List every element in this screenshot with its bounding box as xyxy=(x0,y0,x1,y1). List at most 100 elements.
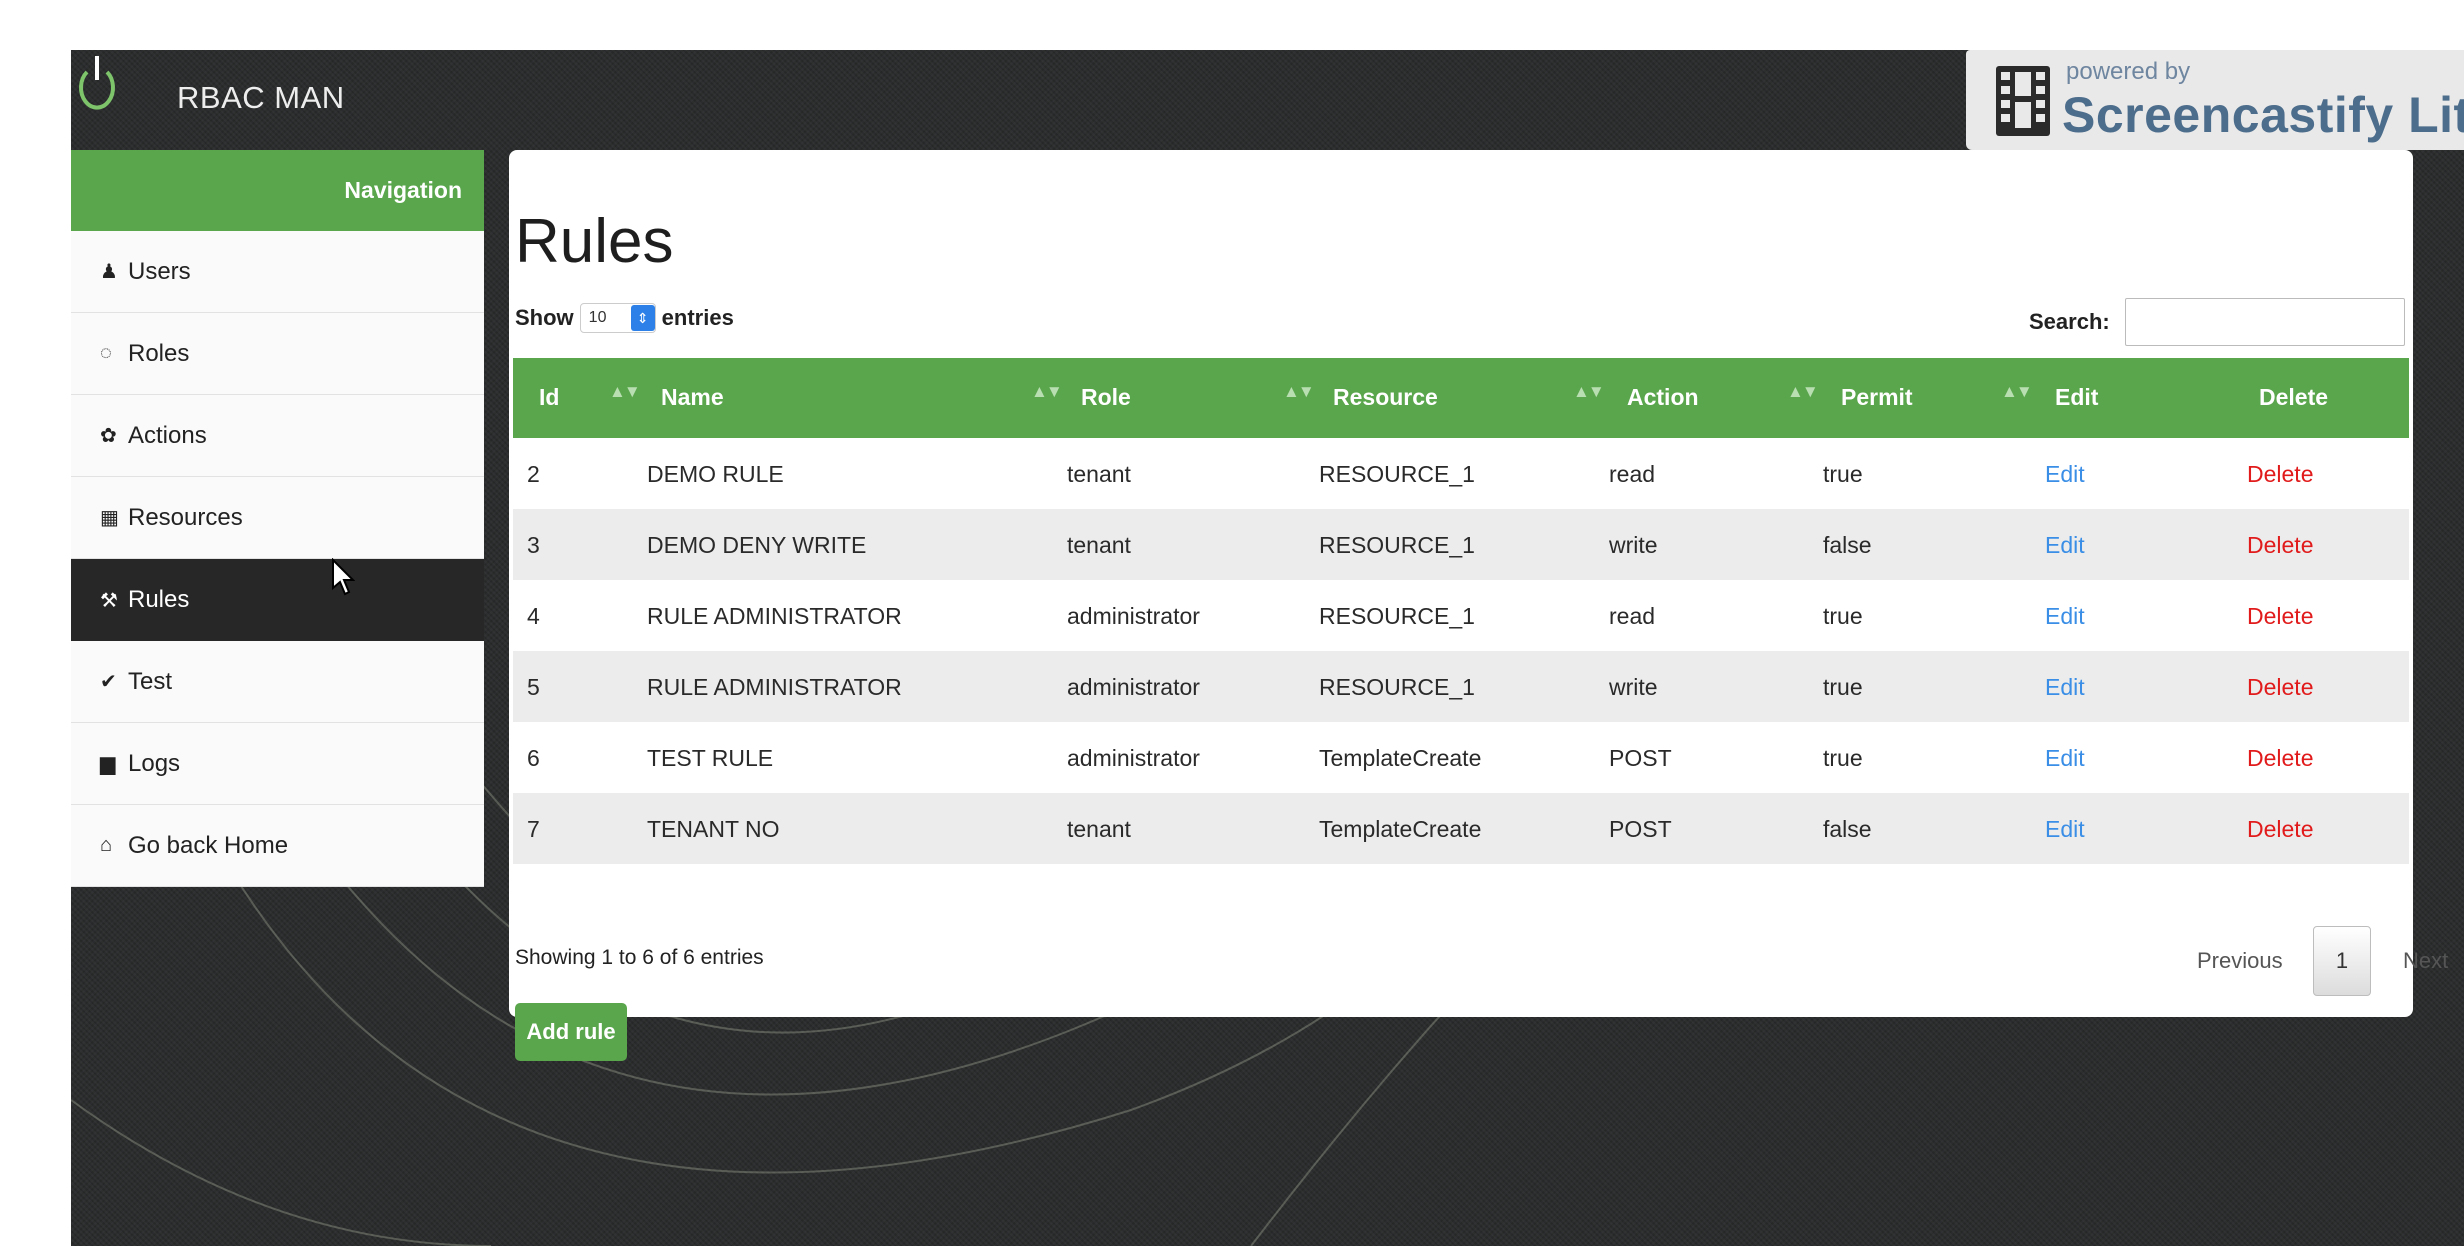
edit-link[interactable]: Edit xyxy=(2045,461,2085,488)
column-header-name[interactable]: Name ▲▼ xyxy=(647,358,1067,438)
sidebar-item-roles[interactable]: ◌ Roles xyxy=(71,313,484,395)
column-header-action[interactable]: Action ▲▼ xyxy=(1609,358,1823,438)
cell-name: DEMO RULE xyxy=(647,461,784,487)
cell-id: 3 xyxy=(527,532,540,558)
select-arrows-icon: ⇕ xyxy=(630,305,655,331)
wrench-icon: ⚒ xyxy=(100,589,118,612)
cell-action: POST xyxy=(1609,816,1672,842)
edit-link[interactable]: Edit xyxy=(2045,745,2085,772)
cell-role: administrator xyxy=(1067,745,1200,771)
top-bar: RBAC MAN powered by Screencastify Lite xyxy=(71,50,2464,150)
edit-link[interactable]: Edit xyxy=(2045,532,2085,559)
cell-id: 2 xyxy=(527,461,540,487)
sort-icon: ▲▼ xyxy=(1031,382,1063,401)
cell-resource: RESOURCE_1 xyxy=(1319,674,1475,700)
search-input[interactable] xyxy=(2125,298,2405,346)
cell-name: DEMO DENY WRITE xyxy=(647,532,867,558)
column-header-permit[interactable]: Permit ▲▼ xyxy=(1823,358,2037,438)
cell-role: tenant xyxy=(1067,816,1131,842)
page-size-select[interactable]: 10 ⇕ xyxy=(579,303,656,333)
table-row: 6 TEST RULE administrator TemplateCreate… xyxy=(513,722,2409,793)
sidebar-item-resources[interactable]: ▦ Resources xyxy=(71,477,484,559)
delete-link[interactable]: Delete xyxy=(2247,603,2313,630)
cell-resource: RESOURCE_1 xyxy=(1319,603,1475,629)
cell-permit: false xyxy=(1823,532,1872,558)
cell-role: tenant xyxy=(1067,461,1131,487)
cell-id: 5 xyxy=(527,674,540,700)
delete-link[interactable]: Delete xyxy=(2247,674,2313,701)
table-header-row: Id ▲▼ Name ▲▼ Role ▲▼ Resource ▲▼ Action… xyxy=(513,358,2409,438)
sidebar-item-actions[interactable]: ✿ Actions xyxy=(71,395,484,477)
table-row: 4 RULE ADMINISTRATOR administrator RESOU… xyxy=(513,580,2409,651)
sidebar-item-rules[interactable]: ⚒ Rules xyxy=(71,559,484,641)
pagination-next[interactable]: Next xyxy=(2403,948,2448,974)
spinner-icon: ◌ xyxy=(100,342,112,364)
cell-permit: true xyxy=(1823,745,1863,771)
screencastify-watermark: powered by Screencastify Lite xyxy=(1966,50,2464,150)
table-row: 2 DEMO RULE tenant RESOURCE_1 read true … xyxy=(513,438,2409,509)
column-header-id[interactable]: Id ▲▼ xyxy=(513,358,647,438)
film-icon xyxy=(1996,66,2050,136)
cell-role: tenant xyxy=(1067,532,1131,558)
delete-link[interactable]: Delete xyxy=(2247,745,2313,772)
nav-header: Navigation xyxy=(71,150,484,231)
mouse-cursor-icon xyxy=(332,558,355,596)
sidebar-item-label: Resources xyxy=(128,503,243,531)
sidebar-item-label: Users xyxy=(128,257,191,285)
sidebar-item-label: Roles xyxy=(128,339,190,367)
cell-name: RULE ADMINISTRATOR xyxy=(647,603,902,629)
sort-asc-icon: ▲▼ xyxy=(609,382,641,401)
cell-id: 4 xyxy=(527,603,540,629)
cell-id: 7 xyxy=(527,816,540,842)
table-icon: ▦ xyxy=(100,507,119,529)
app-brand: RBAC MAN xyxy=(177,80,345,115)
sort-icon: ▲▼ xyxy=(1573,382,1605,401)
sidebar-item-test[interactable]: ✔ Test xyxy=(71,641,484,723)
pagination-previous[interactable]: Previous xyxy=(2197,948,2283,974)
delete-link[interactable]: Delete xyxy=(2247,461,2313,488)
table-row: 5 RULE ADMINISTRATOR administrator RESOU… xyxy=(513,651,2409,722)
show-entries-control: Show 10 ⇕ entries xyxy=(515,303,734,333)
sidebar-item-home[interactable]: ⌂ Go back Home xyxy=(71,805,484,887)
edit-link[interactable]: Edit xyxy=(2045,816,2085,843)
app-window: RBAC MAN powered by Screencastify Lite N… xyxy=(71,50,2464,1246)
cell-action: read xyxy=(1609,461,1656,487)
power-logo-icon xyxy=(79,56,115,110)
edit-link[interactable]: Edit xyxy=(2045,674,2085,701)
file-icon: ▆ xyxy=(100,753,116,775)
cell-resource: RESOURCE_1 xyxy=(1319,532,1475,558)
gear-icon: ✿ xyxy=(100,425,117,447)
cell-action: write xyxy=(1609,532,1658,558)
table-row: 7 TENANT NO tenant TemplateCreate POST f… xyxy=(513,793,2409,864)
cell-permit: false xyxy=(1823,816,1872,842)
sort-icon: ▲▼ xyxy=(1283,382,1315,401)
sidebar-item-logs[interactable]: ▆ Logs xyxy=(71,723,484,805)
entries-label: entries xyxy=(661,305,734,330)
sort-icon: ▲▼ xyxy=(1787,382,1819,401)
delete-link[interactable]: Delete xyxy=(2247,532,2313,559)
column-header-label: Permit xyxy=(1841,384,1913,410)
column-header-edit: Edit xyxy=(2037,358,2197,438)
column-header-resource[interactable]: Resource ▲▼ xyxy=(1319,358,1609,438)
table-row: 3 DEMO DENY WRITE tenant RESOURCE_1 writ… xyxy=(513,509,2409,580)
cell-permit: true xyxy=(1823,603,1863,629)
show-label: Show xyxy=(515,305,574,330)
edit-link[interactable]: Edit xyxy=(2045,603,2085,630)
cell-id: 6 xyxy=(527,745,540,771)
column-header-label: Role xyxy=(1081,384,1131,410)
delete-link[interactable]: Delete xyxy=(2247,816,2313,843)
sidebar-item-label: Test xyxy=(128,667,173,695)
column-header-role[interactable]: Role ▲▼ xyxy=(1067,358,1319,438)
sidebar-item-users[interactable]: ♟ Users xyxy=(71,231,484,313)
column-header-label: Edit xyxy=(2055,384,2099,410)
user-icon: ♟ xyxy=(100,261,118,283)
sidebar-item-label: Actions xyxy=(128,421,207,449)
column-header-label: Id xyxy=(539,384,560,410)
cell-role: administrator xyxy=(1067,603,1200,629)
search-label: Search: xyxy=(2029,309,2110,334)
pagination-page-1[interactable]: 1 xyxy=(2313,926,2371,996)
watermark-title: Screencastify Lite xyxy=(2062,87,2464,143)
add-rule-button[interactable]: Add rule xyxy=(515,1003,627,1061)
cell-action: POST xyxy=(1609,745,1672,771)
sidebar-item-label: Rules xyxy=(128,586,190,613)
